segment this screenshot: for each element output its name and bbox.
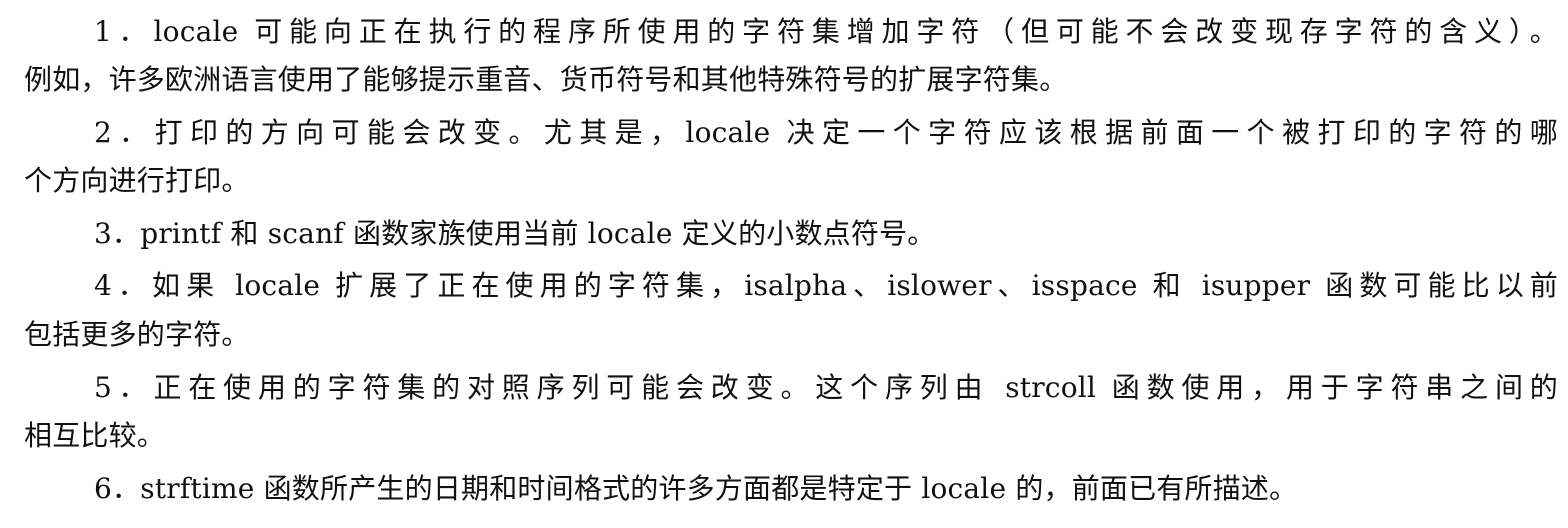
item-4-line-2: 包括更多的字符。: [24, 318, 250, 351]
item-3-line-1: 3．printf 和 scanf 函数家族使用当前 locale 定义的小数点符…: [94, 217, 936, 250]
item-2-line-2: 个方向进行打印。: [24, 164, 250, 197]
item-1-line-1: 1．locale 可能向正在执行的程序所使用的字符集增加字符（但可能不会改变现存…: [94, 15, 1558, 48]
item-6-line-1: 6．strftime 函数所产生的日期和时间格式的许多方面都是特定于 local…: [94, 472, 1298, 505]
item-1-line-2: 例如，许多欧洲语言使用了能够提示重音、货币符号和其他特殊符号的扩展字符集。: [24, 63, 1068, 96]
item-5-line-1: 5．正在使用的字符集的对照序列可能会改变。这个序列由 strcoll 函数使用，…: [94, 371, 1558, 404]
item-4-line-1: 4．如果 locale 扩展了正在使用的字符集，isalpha、islower、…: [94, 269, 1558, 302]
item-2-line-1: 2．打印的方向可能会改变。尤其是，locale 决定一个字符应该根据前面一个被打…: [94, 116, 1558, 149]
item-5-line-2: 相互比较。: [24, 419, 166, 452]
document-page: 1．locale 可能向正在执行的程序所使用的字符集增加字符（但可能不会改变现存…: [0, 0, 1568, 528]
